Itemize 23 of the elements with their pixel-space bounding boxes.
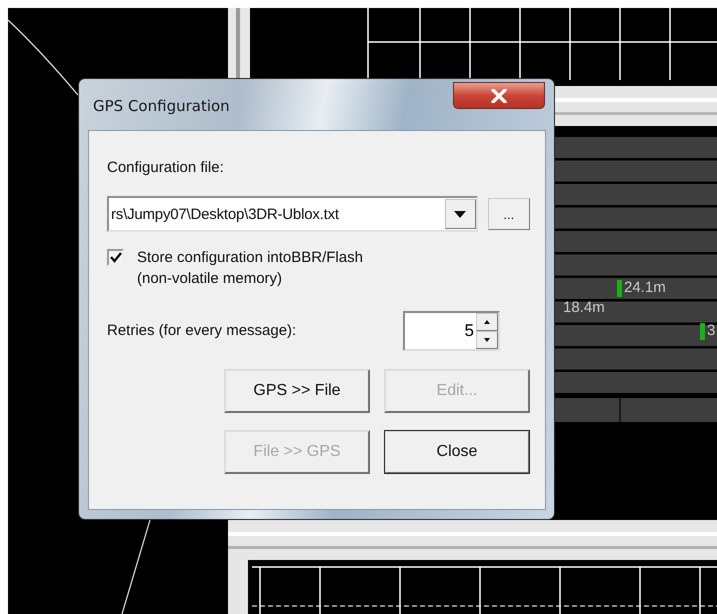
close-button[interactable]: [453, 82, 545, 109]
up-arrow-icon: [484, 320, 490, 324]
checkbox-label: Store configuration intoBBR/Flash (non-volatile memory): [137, 248, 363, 289]
distance-label: 3: [707, 322, 716, 340]
file-combo-box[interactable]: rs\Jumpy07\Desktop\3DR-Ublox.txt: [107, 196, 478, 232]
browse-button[interactable]: ...: [488, 198, 530, 230]
caret-icon: [454, 210, 466, 218]
window-title: GPS Configuration: [93, 97, 230, 115]
retries-spinbox[interactable]: 5: [403, 311, 500, 351]
spin-down-button[interactable]: [476, 331, 498, 349]
close-icon: [491, 88, 507, 102]
dialog-button[interactable]: GPS >> File: [224, 369, 370, 413]
retries-label: Retries (for every message):: [107, 322, 296, 340]
dialog-button[interactable]: Close: [384, 430, 530, 474]
distance-label: 18.4m: [563, 299, 605, 317]
dropdown-button[interactable]: [444, 199, 476, 229]
distance-label: 24.1m: [624, 279, 666, 297]
retries-field[interactable]: 5: [405, 313, 476, 349]
config-file-label: Configuration file:: [107, 159, 225, 177]
file-path-field[interactable]: rs\Jumpy07\Desktop\3DR-Ublox.txt: [111, 206, 445, 222]
spin-up-button[interactable]: [476, 313, 498, 331]
down-arrow-icon: [484, 338, 490, 342]
store-checkbox[interactable]: [107, 249, 124, 266]
